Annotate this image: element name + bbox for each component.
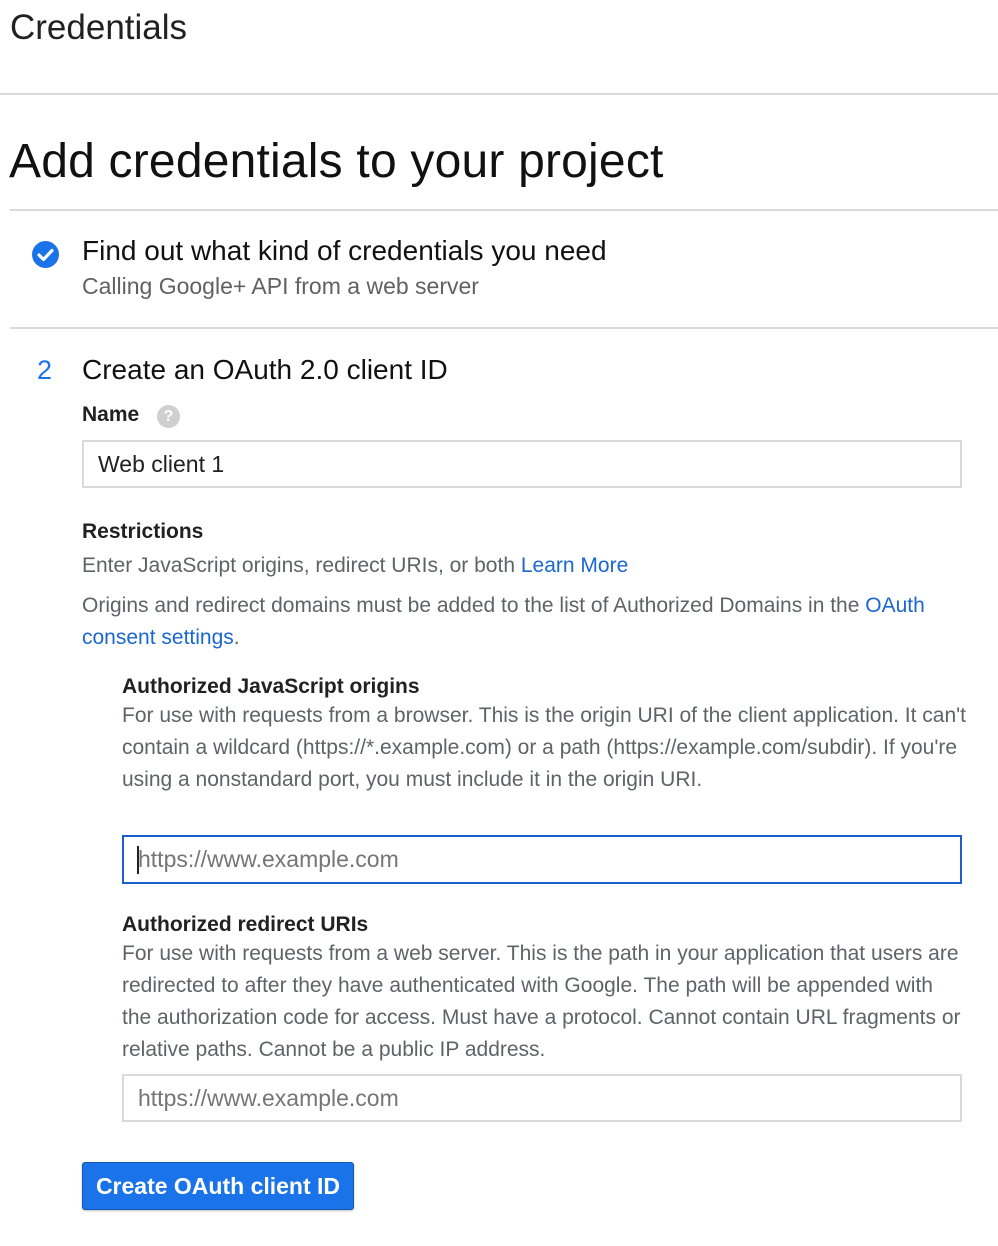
domains-note-suffix: . (233, 626, 240, 649)
page-title: Add credentials to your project (9, 135, 664, 188)
text-caret (137, 846, 139, 874)
check-circle-icon (32, 241, 59, 268)
domains-note-text: Origins and redirect domains must be add… (82, 594, 860, 617)
step1-title: Find out what kind of credentials you ne… (82, 235, 607, 266)
name-label: Name (82, 403, 140, 426)
js-origins-input[interactable] (122, 835, 962, 884)
step2-title: Create an OAuth 2.0 client ID (82, 354, 448, 385)
restrictions-heading: Restrictions (82, 520, 204, 543)
restrictions-description: Enter JavaScript origins, redirect URIs,… (82, 550, 982, 582)
restrictions-description-text: Enter JavaScript origins, redirect URIs,… (82, 554, 516, 577)
step1-subtitle: Calling Google+ API from a web server (82, 273, 479, 299)
step2-number: 2 (37, 355, 53, 385)
divider-under-title (10, 209, 998, 211)
js-origins-heading: Authorized JavaScript origins (122, 675, 420, 698)
learn-more-link[interactable]: Learn More (521, 554, 628, 577)
divider-under-step1 (10, 327, 998, 329)
redirect-uris-input[interactable] (122, 1074, 962, 1122)
js-origins-description: For use with requests from a browser. Th… (122, 704, 966, 791)
name-input[interactable] (82, 440, 962, 488)
redirect-uris-description: For use with requests from a web server.… (122, 942, 961, 1061)
create-oauth-client-id-button[interactable]: Create OAuth client ID (82, 1162, 354, 1210)
top-bar-title: Credentials (10, 8, 188, 47)
top-bar: Credentials (0, 0, 998, 95)
help-icon[interactable]: ? (157, 405, 180, 428)
redirect-uris-heading: Authorized redirect URIs (122, 913, 369, 936)
domains-note: Origins and redirect domains must be add… (82, 590, 962, 654)
